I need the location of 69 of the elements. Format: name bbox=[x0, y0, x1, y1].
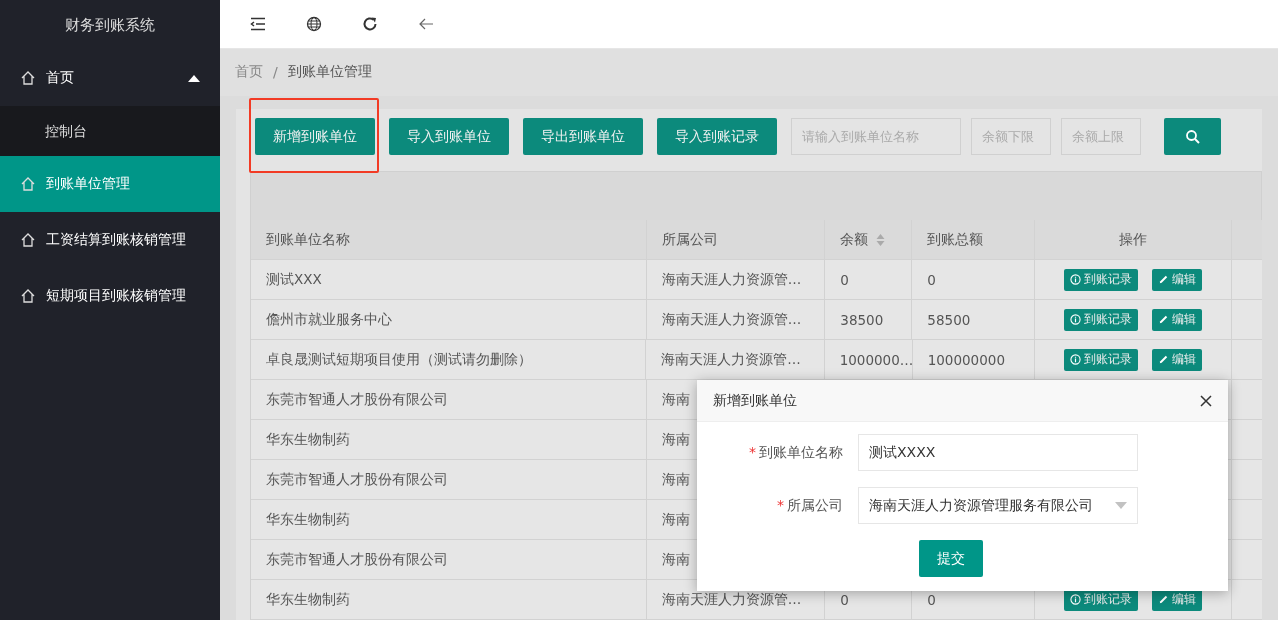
table-cell: 100000000 bbox=[927, 351, 1005, 368]
refresh-icon[interactable] bbox=[362, 16, 378, 32]
toolbar-button[interactable]: 导出到账单位 bbox=[523, 118, 643, 155]
edit-button[interactable]: 编辑 bbox=[1152, 348, 1202, 371]
toolbar-button[interactable]: 导入到账单位 bbox=[389, 118, 509, 155]
home-icon bbox=[20, 70, 36, 86]
submit-button[interactable]: 提交 bbox=[918, 540, 983, 577]
table-cell: 华东生物制药 bbox=[251, 500, 647, 539]
sidebar-item[interactable]: 短期项目到账核销管理 bbox=[0, 268, 220, 324]
table-cell: 卓良晟测试短期项目使用（测试请勿删除） bbox=[251, 340, 647, 379]
breadcrumb-link[interactable]: 到账单位管理 bbox=[287, 63, 372, 82]
dropdown-caret-icon bbox=[1115, 502, 1127, 509]
breadcrumb-link[interactable]: 首页 bbox=[235, 63, 263, 82]
table-cell: 华东生物制药 bbox=[251, 580, 647, 619]
home-icon bbox=[20, 232, 36, 248]
table-cell: 华东生物制药 bbox=[251, 420, 647, 459]
records-button[interactable]: 到账记录 bbox=[1063, 308, 1138, 331]
column-header: 到账总额 bbox=[912, 220, 1035, 259]
company-select[interactable]: 海南天涯人力资源管理服务有限公司 bbox=[858, 487, 1138, 524]
name-input[interactable]: 测试XXXX bbox=[858, 434, 1138, 471]
edit-button[interactable]: 编辑 bbox=[1151, 308, 1202, 331]
table-cell: 海南天涯人力资源管… bbox=[646, 340, 825, 379]
pencil-icon bbox=[1157, 274, 1169, 285]
info-icon bbox=[1070, 354, 1081, 365]
toolbar-button[interactable]: 新增到账单位 bbox=[255, 118, 375, 155]
table-cell: 海南天涯人力资源管… bbox=[646, 260, 826, 299]
sidebar-item[interactable]: 首页 bbox=[0, 50, 220, 106]
close-icon[interactable] bbox=[1200, 394, 1212, 407]
table-cell: 儋州市就业服务中心 bbox=[251, 300, 647, 339]
table-cell: 0 bbox=[927, 591, 936, 608]
home-icon bbox=[20, 288, 36, 304]
table-cell: 东莞市智通人才股份有限公司 bbox=[251, 460, 647, 499]
app-title: 财务到账系统 bbox=[64, 15, 156, 36]
info-icon bbox=[1069, 314, 1081, 325]
table-cell: 1000000… bbox=[839, 351, 914, 368]
pencil-icon bbox=[1158, 354, 1169, 365]
table-cell: 0 bbox=[927, 271, 936, 288]
records-button[interactable]: 到账记录 bbox=[1063, 268, 1138, 291]
breadcrumb-separator: / bbox=[273, 64, 278, 81]
records-button[interactable]: 到账记录 bbox=[1064, 348, 1138, 371]
toolbar-button[interactable]: 导入到账记录 bbox=[657, 118, 777, 155]
info-icon bbox=[1069, 274, 1081, 285]
column-header[interactable]: 余额 bbox=[825, 220, 913, 259]
dialog-title: 新增到账单位 bbox=[713, 391, 797, 410]
table-cell: 58500 bbox=[927, 311, 971, 328]
sidebar-item[interactable]: 工资结算到账核销管理 bbox=[0, 212, 220, 268]
home-icon bbox=[20, 176, 36, 192]
pencil-icon bbox=[1157, 314, 1169, 325]
sidebar-subitem[interactable]: 控制台 bbox=[0, 106, 220, 156]
back-arrow-icon[interactable] bbox=[418, 16, 434, 32]
table-cell: 东莞市智通人才股份有限公司 bbox=[251, 380, 647, 419]
search-button[interactable] bbox=[1164, 118, 1221, 155]
required-mark: * bbox=[749, 443, 756, 460]
table-cell: 测试XXX bbox=[251, 260, 647, 299]
globe-icon[interactable] bbox=[306, 16, 322, 32]
column-header: 到账单位名称 bbox=[251, 220, 647, 259]
info-icon bbox=[1069, 594, 1081, 605]
table-cell: 东莞市智通人才股份有限公司 bbox=[251, 540, 647, 579]
edit-button[interactable]: 编辑 bbox=[1151, 268, 1202, 291]
pencil-icon bbox=[1157, 594, 1169, 605]
column-header: 所属公司 bbox=[646, 220, 826, 259]
table-cell: 0 bbox=[840, 591, 849, 608]
table-cell: 38500 bbox=[840, 311, 884, 328]
table-cell: 0 bbox=[840, 271, 849, 288]
search-icon bbox=[1184, 128, 1201, 145]
table-cell: 海南天涯人力资源管… bbox=[646, 300, 826, 339]
column-header: 操作 bbox=[1034, 220, 1232, 259]
sidebar-item[interactable]: 到账单位管理 bbox=[0, 156, 220, 212]
menu-icon[interactable] bbox=[250, 16, 266, 32]
